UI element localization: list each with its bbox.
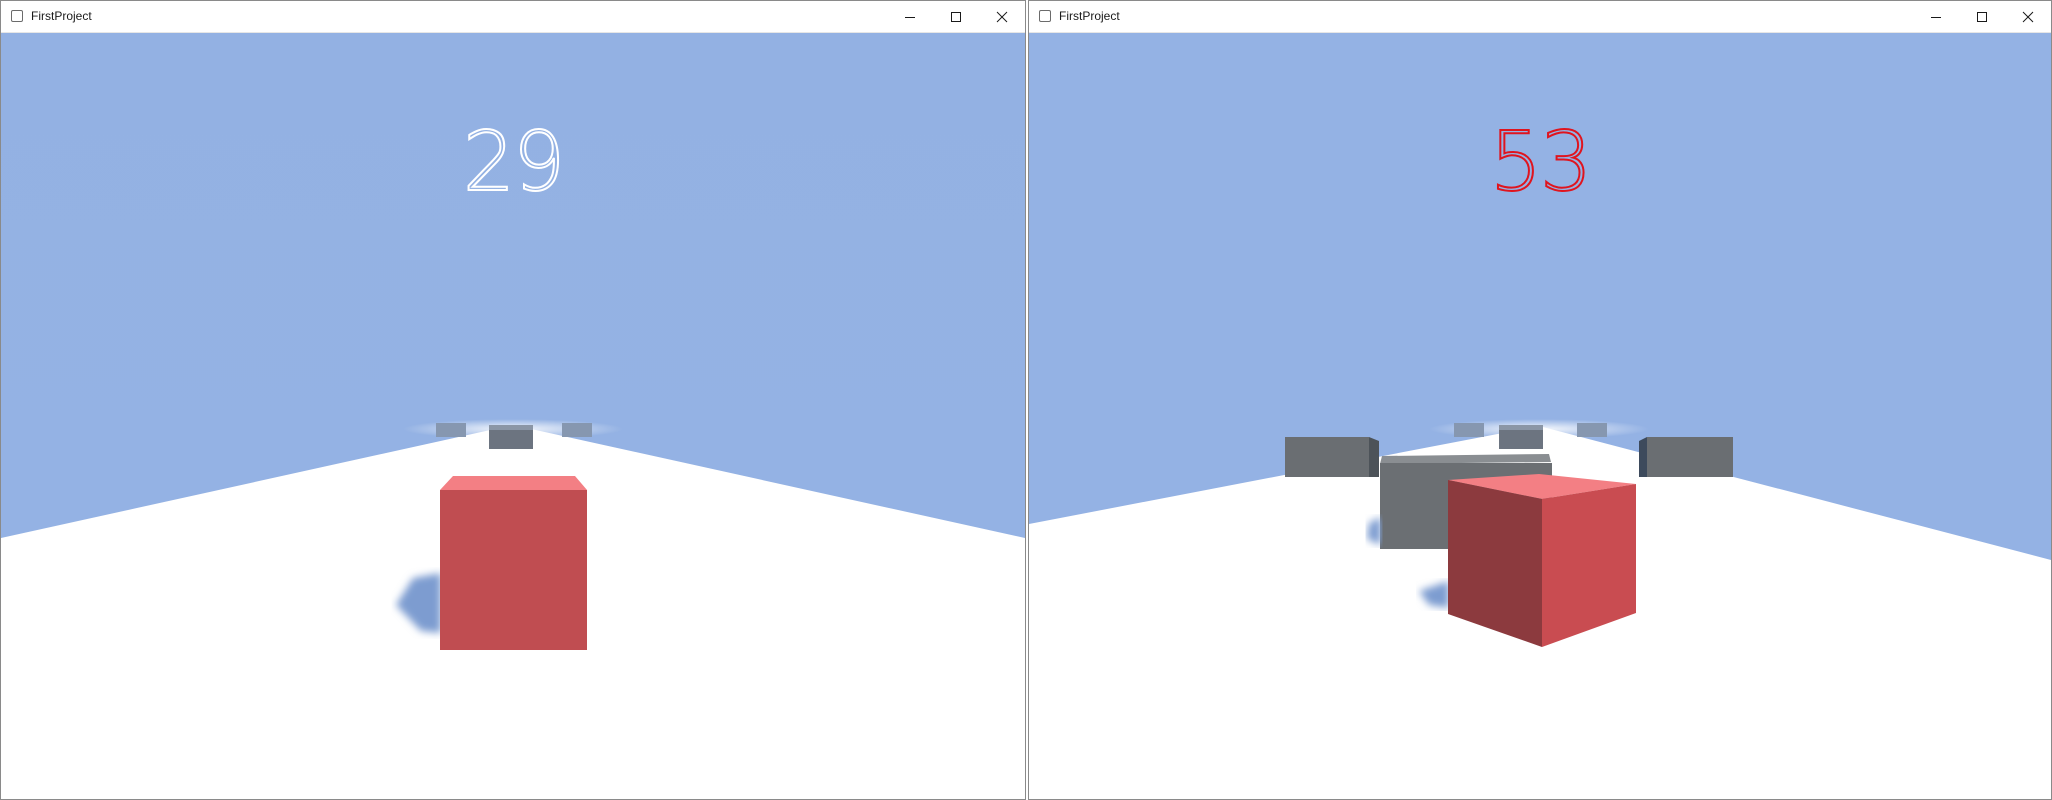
- distant-obstacle-top: [489, 425, 533, 430]
- close-button[interactable]: [979, 1, 1025, 32]
- game-viewport[interactable]: 53: [1029, 33, 2051, 799]
- distant-obstacle: [489, 429, 533, 449]
- distant-obstacle: [1454, 423, 1484, 437]
- title-bar[interactable]: FirstProject: [1, 1, 1025, 33]
- maximize-icon: [1977, 11, 1987, 22]
- game-viewport[interactable]: 29: [1, 33, 1025, 799]
- window-title: FirstProject: [31, 9, 92, 23]
- obstacle-left: [1285, 437, 1369, 477]
- close-button[interactable]: [2005, 1, 2051, 32]
- obstacle-right-side: [1639, 437, 1647, 477]
- minimize-icon: [905, 16, 915, 18]
- obstacle-left-side: [1369, 437, 1379, 477]
- distant-obstacle: [436, 423, 466, 437]
- score-counter: 53: [1489, 114, 1593, 211]
- maximize-icon: [951, 11, 961, 22]
- app-icon: [11, 10, 23, 22]
- obstacle-right: [1647, 437, 1733, 477]
- minimize-button[interactable]: [1913, 1, 1959, 32]
- title-bar[interactable]: FirstProject: [1029, 1, 2051, 33]
- player-cube-top: [440, 476, 587, 490]
- maximize-button[interactable]: [933, 1, 979, 32]
- player-cube-front: [440, 490, 587, 650]
- app-icon: [1039, 10, 1051, 22]
- close-icon: [996, 11, 1008, 22]
- distant-obstacle: [1499, 429, 1543, 449]
- minimize-icon: [1931, 16, 1941, 18]
- game-window-right: FirstProject 53: [1028, 0, 2052, 800]
- game-window-left: FirstProject 29: [0, 0, 1026, 800]
- maximize-button[interactable]: [1959, 1, 2005, 32]
- minimize-button[interactable]: [887, 1, 933, 32]
- distant-obstacle: [562, 423, 592, 437]
- score-counter: 29: [462, 114, 566, 211]
- window-title: FirstProject: [1059, 9, 1120, 23]
- distant-obstacle-top: [1499, 425, 1543, 430]
- close-icon: [2022, 11, 2034, 22]
- distant-obstacle: [1577, 423, 1607, 437]
